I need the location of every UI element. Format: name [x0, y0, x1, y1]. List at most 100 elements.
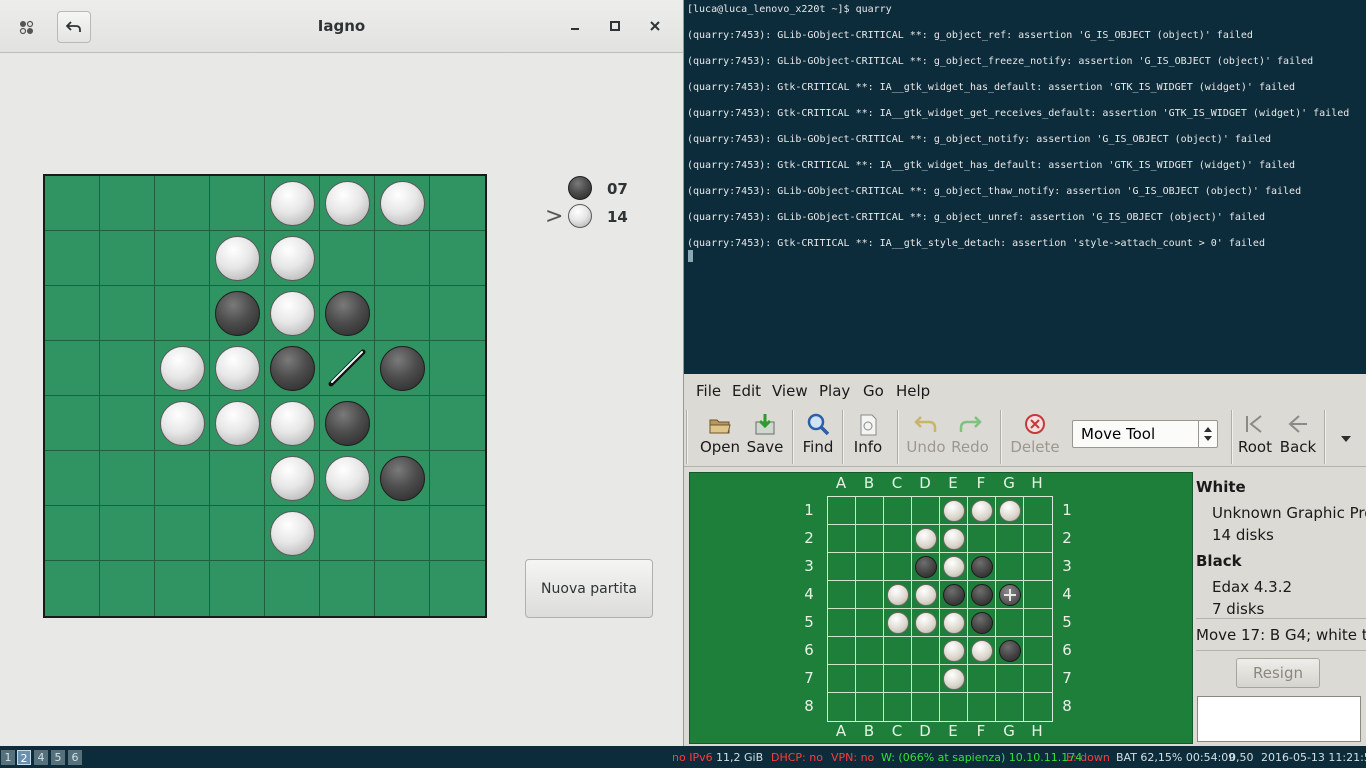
board-square[interactable]	[996, 609, 1024, 637]
comment-textarea[interactable]	[1197, 696, 1361, 742]
board-square[interactable]	[155, 231, 210, 286]
workspace-4[interactable]: 4	[34, 750, 48, 765]
board-square[interactable]	[996, 553, 1024, 581]
board-square[interactable]	[375, 506, 430, 561]
board-square[interactable]	[320, 231, 375, 286]
board-square[interactable]	[1024, 497, 1052, 525]
workspace-1[interactable]: 1	[1, 750, 15, 765]
board-square[interactable]	[856, 497, 884, 525]
new-game-button[interactable]: Nuova partita	[525, 559, 653, 618]
board-square[interactable]	[155, 176, 210, 231]
board-square[interactable]	[155, 286, 210, 341]
board-square[interactable]	[884, 665, 912, 693]
board-square[interactable]	[45, 506, 100, 561]
board-square[interactable]	[856, 665, 884, 693]
board-square[interactable]	[828, 665, 856, 693]
close-button[interactable]	[643, 14, 667, 38]
board-square[interactable]	[884, 637, 912, 665]
quarry-board[interactable]	[827, 496, 1053, 722]
board-square[interactable]	[828, 609, 856, 637]
menu-play[interactable]: Play	[819, 382, 850, 400]
minimize-button[interactable]	[563, 14, 587, 38]
board-square[interactable]	[912, 693, 940, 721]
board-square[interactable]	[375, 561, 430, 616]
board-square[interactable]	[884, 497, 912, 525]
board-square[interactable]	[884, 525, 912, 553]
board-square[interactable]	[996, 693, 1024, 721]
board-square[interactable]	[1024, 553, 1052, 581]
board-square[interactable]	[856, 525, 884, 553]
board-square[interactable]	[856, 637, 884, 665]
board-square[interactable]	[912, 497, 940, 525]
menu-go[interactable]: Go	[863, 382, 884, 400]
board-square[interactable]	[828, 525, 856, 553]
board-square[interactable]	[210, 561, 265, 616]
board-square[interactable]	[210, 176, 265, 231]
board-square[interactable]	[828, 553, 856, 581]
back-button[interactable]: Back	[1278, 412, 1318, 462]
board-square[interactable]	[912, 637, 940, 665]
board-square[interactable]	[45, 451, 100, 506]
maximize-button[interactable]	[603, 14, 627, 38]
iagno-board[interactable]	[43, 174, 487, 618]
board-square[interactable]	[45, 396, 100, 451]
save-button[interactable]: Save	[746, 412, 784, 462]
board-square[interactable]	[430, 451, 485, 506]
board-square[interactable]	[430, 231, 485, 286]
board-square[interactable]	[968, 525, 996, 553]
board-square[interactable]	[884, 693, 912, 721]
board-square[interactable]	[45, 231, 100, 286]
board-square[interactable]	[996, 665, 1024, 693]
board-square[interactable]	[375, 231, 430, 286]
board-square[interactable]	[100, 396, 155, 451]
board-square[interactable]	[968, 693, 996, 721]
board-square[interactable]	[430, 506, 485, 561]
board-square[interactable]	[884, 553, 912, 581]
board-square[interactable]	[45, 561, 100, 616]
board-square[interactable]	[100, 286, 155, 341]
open-button[interactable]: Open	[698, 412, 742, 462]
board-square[interactable]	[265, 561, 320, 616]
board-square[interactable]	[856, 581, 884, 609]
board-square[interactable]	[100, 506, 155, 561]
board-square[interactable]	[856, 553, 884, 581]
board-square[interactable]	[1024, 581, 1052, 609]
board-square[interactable]	[100, 341, 155, 396]
board-square[interactable]	[996, 525, 1024, 553]
move-tool-select[interactable]: Move Tool	[1072, 420, 1218, 448]
board-square[interactable]	[828, 581, 856, 609]
board-square[interactable]	[1024, 665, 1052, 693]
board-square[interactable]	[430, 176, 485, 231]
find-button[interactable]: Find	[800, 412, 836, 462]
board-square[interactable]	[155, 506, 210, 561]
board-square[interactable]	[155, 451, 210, 506]
toolbar-overflow-button[interactable]	[1340, 428, 1352, 447]
board-square[interactable]	[828, 497, 856, 525]
terminal-window[interactable]: [luca@luca_lenovo_x220t ~]$ quarry (quar…	[684, 0, 1366, 373]
board-square[interactable]	[912, 665, 940, 693]
board-square[interactable]	[100, 561, 155, 616]
board-square[interactable]	[45, 176, 100, 231]
board-square[interactable]	[856, 693, 884, 721]
board-square[interactable]	[430, 341, 485, 396]
root-button[interactable]: Root	[1237, 412, 1273, 462]
board-square[interactable]	[155, 561, 210, 616]
board-square[interactable]	[45, 286, 100, 341]
menu-help[interactable]: Help	[896, 382, 930, 400]
redo-move-button[interactable]: Redo	[950, 412, 990, 462]
board-square[interactable]	[100, 451, 155, 506]
menu-edit[interactable]: Edit	[732, 382, 761, 400]
menu-file[interactable]: File	[696, 382, 721, 400]
resign-button[interactable]: Resign	[1236, 658, 1320, 688]
board-square[interactable]	[430, 396, 485, 451]
board-square[interactable]	[828, 693, 856, 721]
board-square[interactable]	[1024, 609, 1052, 637]
board-square[interactable]	[856, 609, 884, 637]
board-square[interactable]	[320, 561, 375, 616]
undo-move-button[interactable]: Undo	[904, 412, 948, 462]
board-square[interactable]	[375, 286, 430, 341]
workspace-5[interactable]: 5	[51, 750, 65, 765]
board-square[interactable]	[375, 396, 430, 451]
board-square[interactable]	[968, 665, 996, 693]
board-square[interactable]	[828, 637, 856, 665]
